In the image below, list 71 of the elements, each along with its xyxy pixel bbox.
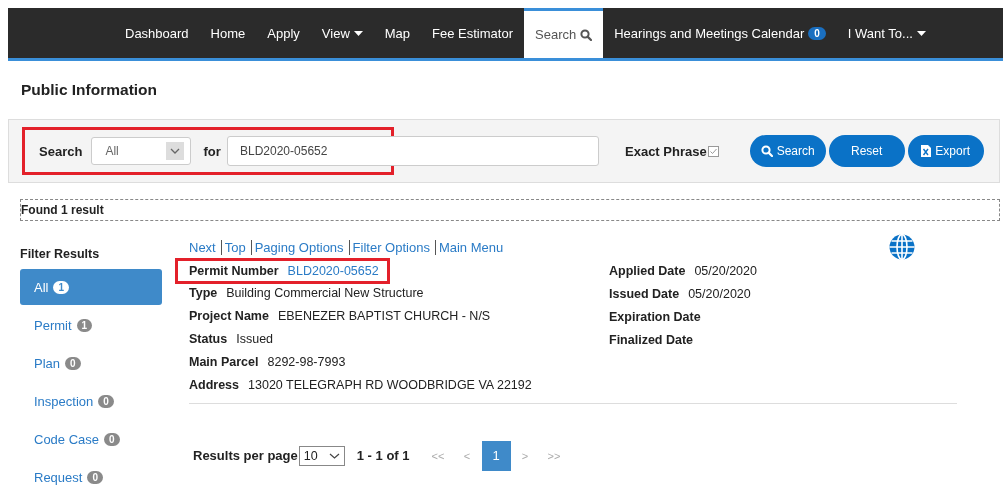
spreadsheet-icon (921, 145, 932, 157)
field-value: Issued (236, 331, 274, 346)
checkbox[interactable] (707, 145, 719, 157)
link[interactable]: Main Menu (438, 239, 504, 255)
filter-item[interactable]: Permit 1 (20, 307, 162, 343)
filter-item[interactable]: Inspection 0 (20, 383, 162, 419)
field-label: Permit Number (189, 264, 279, 278)
result-count: Found 1 result (20, 199, 1000, 221)
count-badge: 0 (808, 26, 826, 40)
permit-link[interactable]: BLD2020-05652 (287, 264, 379, 278)
field-value: 8292-98-7993 (267, 355, 346, 370)
page-button[interactable]: < (452, 440, 482, 471)
count-badge: 0 (87, 470, 103, 484)
field-value: 05/20/2020 (688, 286, 751, 301)
count-badge: 0 (104, 432, 120, 446)
field-value: 05/20/2020 (694, 263, 757, 278)
search-icon (580, 28, 593, 41)
field-label: Address (189, 378, 240, 393)
per-page-dropdown[interactable]: 10 (298, 445, 345, 466)
count-badge: 1 (53, 280, 69, 294)
nav-tab[interactable]: Apply (256, 8, 311, 58)
nav-tab[interactable]: I Want To... (836, 8, 937, 58)
chevron-down-icon (328, 452, 340, 459)
field-label: Status (189, 331, 228, 346)
nav-tab[interactable]: Dashboard (114, 8, 200, 58)
action-button[interactable]: Search (749, 135, 826, 167)
field-value: 13020 TELEGRAPH RD WOODBRIDGE VA 22192 (248, 378, 532, 393)
link[interactable]: Top (224, 239, 246, 255)
action-button[interactable]: Reset (828, 135, 905, 167)
field-label: Main Parcel (189, 355, 259, 370)
field-label: Type (189, 285, 218, 300)
results-per-page-label: Results per page (193, 448, 298, 464)
nav-tab[interactable]: Search (524, 8, 604, 58)
link[interactable]: Next (189, 239, 216, 255)
count-badge: 1 (76, 318, 93, 332)
field-label: Applied Date (609, 263, 686, 278)
result-range: 1 - 1 of 1 (356, 448, 410, 464)
search-icon (760, 145, 773, 157)
search-field[interactable]: BLD2020-05652 (227, 136, 599, 166)
field-label: Project Name (189, 308, 269, 323)
filter-title: Filter Results (20, 247, 101, 263)
scope-dropdown[interactable]: All (91, 137, 192, 165)
globe-icon[interactable] (889, 234, 915, 260)
page-button[interactable]: > (510, 440, 540, 471)
field-label: Expiration Date (609, 309, 701, 324)
count-badge: 0 (65, 356, 81, 370)
nav-tab[interactable]: View (310, 8, 374, 58)
field-value: EBENEZER BAPTIST CHURCH - N/S (277, 308, 491, 323)
page-button[interactable]: 1 (481, 440, 511, 471)
nav-tab[interactable]: Map (373, 8, 422, 58)
nav-tab[interactable]: Home (199, 8, 257, 58)
field-label: Issued Date (609, 286, 680, 301)
nav-tab[interactable]: Fee Estimator (421, 8, 524, 58)
chevron-down-icon (170, 148, 181, 154)
filter-item[interactable]: Code Case 0 (20, 421, 162, 457)
search-label: Search (39, 143, 83, 159)
field-value: Building Commercial New Structure (226, 285, 424, 300)
field-label: Finalized Date (609, 333, 694, 348)
page-title: Public Information (21, 81, 159, 100)
page-button[interactable]: >> (539, 440, 569, 471)
link[interactable]: Filter Options (352, 239, 430, 255)
count-badge: 0 (98, 394, 114, 408)
for-label: for (203, 143, 221, 159)
page-button[interactable]: << (423, 440, 453, 471)
filter-item[interactable]: Request 0 (20, 459, 162, 493)
nav-tab[interactable]: Hearings and Meetings Calendar 0 (603, 8, 837, 58)
link[interactable]: Paging Options (254, 239, 344, 255)
action-button[interactable]: Export (907, 135, 984, 167)
filter-item[interactable]: Plan 0 (20, 345, 162, 381)
exact-phrase-label: Exact Phrase (625, 143, 707, 159)
filter-item[interactable]: All 1 (20, 269, 162, 305)
